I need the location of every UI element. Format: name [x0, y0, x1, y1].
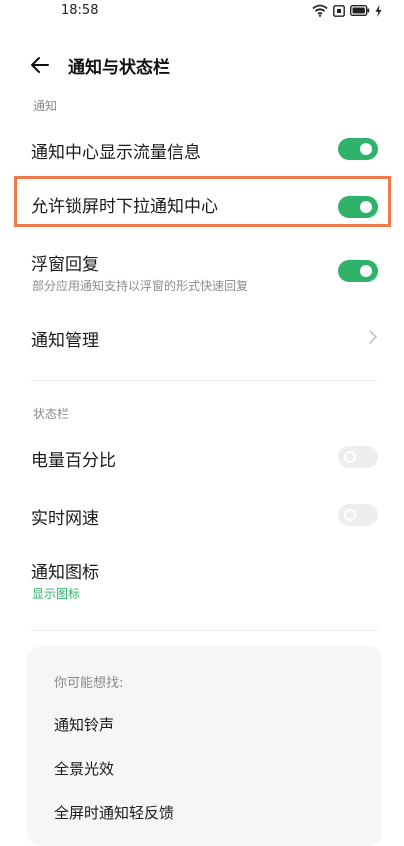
toggle-knob: [344, 451, 356, 463]
suggestion-item[interactable]: 全景光效: [54, 758, 114, 779]
row-notification-icon[interactable]: 通知图标 显示图标: [0, 554, 404, 606]
row-notification-management[interactable]: 通知管理: [0, 318, 404, 358]
suggestion-item[interactable]: 通知铃声: [54, 714, 114, 735]
row-battery-percent[interactable]: 电量百分比: [0, 438, 404, 478]
page-title: 通知与状态栏: [68, 58, 170, 78]
status-icons: [312, 4, 382, 17]
battery-percent-toggle[interactable]: [338, 446, 378, 468]
row-title: 通知管理: [31, 331, 99, 351]
chevron-right-icon: [369, 330, 377, 344]
floating-reply-toggle[interactable]: [338, 260, 378, 282]
toggle-knob: [360, 143, 372, 155]
nfc-icon: [333, 4, 345, 17]
divider: [31, 630, 378, 631]
row-title: 通知图标: [31, 563, 99, 583]
section-label-notification: 通知: [33, 99, 58, 113]
suggestions-card: 你可能想找: 通知铃声 全景光效 全屏时通知轻反馈: [27, 646, 382, 846]
row-title: 实时网速: [31, 509, 99, 529]
row-floating-reply[interactable]: 浮窗回复 部分应用通知支持以浮窗的形式快速回复: [0, 246, 404, 298]
wifi-icon: [312, 4, 328, 17]
status-time: 18:58: [61, 3, 99, 18]
back-arrow-icon[interactable]: [28, 53, 52, 77]
row-realtime-speed[interactable]: 实时网速: [0, 496, 404, 536]
suggestion-item[interactable]: 全屏时通知轻反馈: [54, 802, 174, 823]
row-title: 电量百分比: [31, 451, 116, 471]
toggle-knob: [360, 265, 372, 277]
row-subtitle: 显示图标: [32, 587, 81, 601]
suggestions-label: 你可能想找:: [54, 676, 124, 691]
highlight-frame: [14, 176, 391, 227]
row-title: 浮窗回复: [31, 255, 99, 275]
row-subtitle: 部分应用通知支持以浮窗的形式快速回复: [32, 279, 249, 293]
header: 通知与状态栏: [0, 50, 404, 80]
traffic-info-toggle[interactable]: [338, 138, 378, 160]
realtime-speed-toggle[interactable]: [338, 504, 378, 526]
toggle-knob: [344, 509, 356, 521]
charging-icon: [375, 4, 382, 17]
row-traffic-info[interactable]: 通知中心显示流量信息: [0, 130, 404, 170]
section-label-status-bar: 状态栏: [33, 407, 70, 421]
divider: [31, 380, 378, 381]
status-bar: 18:58: [0, 0, 404, 24]
row-title: 通知中心显示流量信息: [31, 143, 201, 163]
battery-icon: [350, 5, 370, 16]
